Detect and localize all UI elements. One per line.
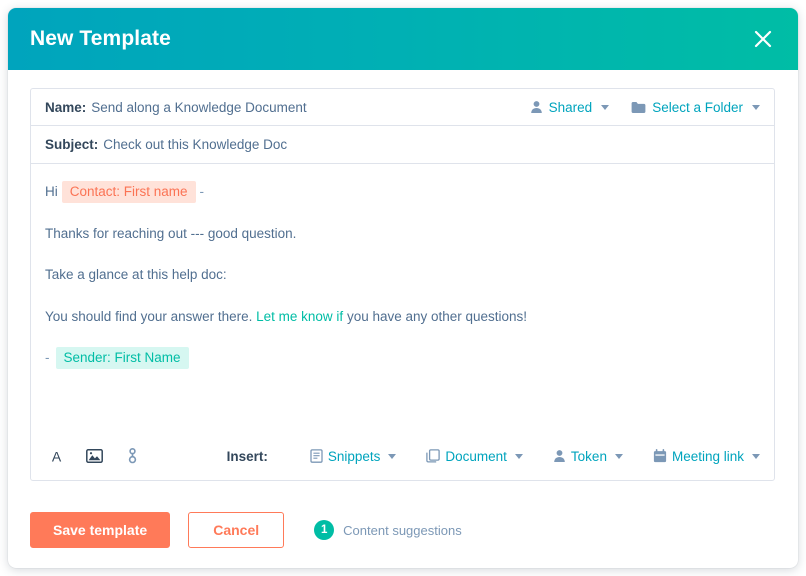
folder-label: Select a Folder bbox=[652, 99, 743, 115]
insert-document-label: Document bbox=[445, 448, 507, 464]
name-label: Name: bbox=[45, 99, 87, 115]
chevron-down-icon bbox=[388, 453, 397, 459]
name-input[interactable]: Send along a Knowledge Document bbox=[91, 100, 306, 115]
line-4-prefix: You should find your answer there. bbox=[45, 308, 257, 324]
cancel-button[interactable]: Cancel bbox=[188, 512, 285, 548]
body-line-3: Take a glance at this help doc: bbox=[45, 267, 227, 283]
insert-meeting-link-label: Meeting link bbox=[671, 448, 744, 464]
subject-input[interactable]: Check out this Knowledge Doc bbox=[103, 137, 287, 152]
sharing-dropdown[interactable]: Shared bbox=[530, 100, 610, 115]
save-template-button[interactable]: Save template bbox=[30, 512, 171, 548]
calendar-icon bbox=[653, 449, 667, 463]
chevron-down-icon bbox=[752, 104, 760, 110]
app-root: New Template Name: Send along a Knowledg… bbox=[0, 0, 806, 576]
document-page-icon bbox=[310, 449, 323, 463]
greeting-line: Hi Contact: First name - bbox=[45, 181, 760, 203]
greeting-prefix: Hi bbox=[45, 184, 58, 199]
sender-first-name-token[interactable]: Sender: First Name bbox=[55, 347, 189, 370]
editor-toolbar: A Insert: Snippets Document Token Meetin… bbox=[31, 432, 774, 480]
insert-token-label: Token bbox=[570, 448, 607, 464]
template-editor-card: Name: Send along a Knowledge Document Sh… bbox=[30, 88, 775, 481]
dialog-title: New Template bbox=[30, 27, 171, 50]
insert-document-button[interactable]: Document bbox=[426, 449, 523, 464]
dialog-footer: Save template Cancel 1 Content suggestio… bbox=[8, 492, 798, 568]
insert-meeting-link-button[interactable]: Meeting link bbox=[653, 449, 760, 464]
subject-label: Subject: bbox=[45, 137, 99, 152]
insert-token-button[interactable]: Token bbox=[553, 449, 623, 464]
svg-text:A: A bbox=[51, 449, 61, 464]
close-icon[interactable] bbox=[750, 26, 776, 52]
insert-snippets-button[interactable]: Snippets bbox=[310, 449, 397, 464]
email-body-editor[interactable]: Hi Contact: First name - Thanks for reachi… bbox=[31, 164, 774, 432]
body-line-4: You should find your answer there. Let m… bbox=[45, 307, 760, 327]
sharing-label: Shared bbox=[548, 99, 593, 115]
insert-label: Insert: bbox=[226, 448, 268, 464]
contact-first-name-token[interactable]: Contact: First name bbox=[61, 181, 196, 203]
line-4-suffix: you have any other questions! bbox=[343, 308, 528, 324]
let-me-know-link[interactable]: Let me know if bbox=[256, 309, 343, 324]
person-icon bbox=[530, 100, 543, 114]
insert-image-icon[interactable] bbox=[83, 445, 105, 467]
body-line-2: Thanks for reaching out --- good questio… bbox=[45, 225, 297, 241]
content-suggestions[interactable]: 1 Content suggestions bbox=[314, 520, 462, 540]
folder-dropdown[interactable]: Select a Folder bbox=[631, 100, 760, 115]
person-icon bbox=[553, 449, 566, 463]
copy-pages-icon bbox=[426, 449, 441, 463]
signoff-line: - Sender: First Name bbox=[45, 347, 760, 370]
new-template-dialog: New Template Name: Send along a Knowledg… bbox=[8, 8, 798, 568]
folder-icon bbox=[631, 101, 646, 114]
name-row: Name: Send along a Knowledge Document Sh… bbox=[31, 89, 774, 126]
suggestions-label: Content suggestions bbox=[343, 522, 462, 538]
insert-link-icon[interactable] bbox=[121, 445, 143, 467]
subject-row: Subject: Check out this Knowledge Doc bbox=[31, 126, 774, 164]
chevron-down-icon bbox=[601, 104, 610, 110]
suggestions-count-badge: 1 bbox=[314, 520, 335, 540]
chevron-down-icon bbox=[752, 453, 760, 459]
insert-snippets-label: Snippets bbox=[327, 448, 381, 464]
dialog-header: New Template bbox=[8, 8, 798, 70]
dialog-body: Name: Send along a Knowledge Document Sh… bbox=[8, 70, 798, 492]
chevron-down-icon bbox=[614, 453, 623, 459]
greeting-suffix: - bbox=[199, 184, 205, 199]
signoff-dash: - bbox=[45, 350, 50, 366]
font-color-icon[interactable]: A bbox=[45, 445, 67, 467]
chevron-down-icon bbox=[514, 453, 523, 459]
